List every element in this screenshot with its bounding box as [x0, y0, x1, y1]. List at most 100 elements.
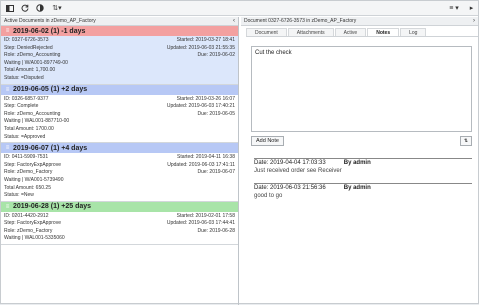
document-card[interactable]: ID: 0201-4420-2912 Started: 2019-02-01 17… [1, 212, 238, 246]
card-field-started: Started: 2019-04-11 16:38 [176, 154, 235, 161]
card-field-updated: Updated: 2019-06-03 21:55:35 [166, 44, 235, 51]
card-row: ID: 0326-6857-9377 Started: 2019-03-26 16… [4, 96, 235, 104]
card-field-total: Total Amount: 650.25 [4, 184, 51, 191]
tab-log[interactable]: Log [400, 28, 427, 36]
card-row: Status: =Approved [4, 134, 235, 142]
group-toggle-icon[interactable]: ≡ [4, 203, 11, 210]
tab-document[interactable]: Document [246, 28, 287, 36]
card-field-waiting: Waiting | WAL001-887710-00 [4, 118, 70, 125]
card-row: Total Amount: 650.25 [4, 185, 235, 193]
card-field-step: Step: Complete [4, 103, 39, 110]
card-row: Total Amount: 1,700.00 [4, 67, 235, 75]
groups-container: ≡ 2019-06-02 (1) -1 days ID: 0327-6726-357… [1, 26, 238, 246]
menu-icon: ≡ ▾ [449, 5, 459, 12]
card-field-total: Total Amount: 1700.00 [4, 125, 54, 132]
card-field-waiting: Waiting | W/A001-5739490 [4, 176, 64, 183]
card-row: Role: zDemo_Accounting Due: 2019-06-02 [4, 52, 235, 60]
group-label: 2019-06-02 (1) -1 days [13, 27, 86, 35]
card-field-status: Status: =Disputed [4, 74, 44, 81]
document-card[interactable]: ID: 0411-5909-7531 Started: 2019-04-11 16… [1, 153, 238, 202]
tab-notes[interactable]: Notes [367, 28, 400, 36]
card-field-status: Status: =Approved [4, 133, 46, 140]
card-field-due: Due: 2019-06-28 [197, 227, 235, 234]
note-header: Date: 2019-06-03 21:56:36 By admin [254, 183, 472, 191]
card-row: Role: zDemo_Accounting Due: 2019-06-05 [4, 111, 235, 119]
card-row: Total Amount: 1700.00 [4, 126, 235, 134]
card-field-status: Status: =New [4, 192, 34, 199]
card-row: Step: Complete Updated: 2019-06-03 17:40:… [4, 103, 235, 111]
card-row: Status: =New [4, 192, 235, 200]
card-field-role: Role: zDemo_Accounting [4, 110, 61, 117]
note-date: Date: 2019-06-03 21:56:36 [254, 185, 326, 191]
group-label: 2019-06-05 (1) +2 days [13, 86, 88, 94]
card-row: ID: 0327-6726-3573 Started: 2019-03-27 18… [4, 37, 235, 45]
group-label: 2019-06-28 (1) +25 days [13, 203, 92, 211]
note-header: Date: 2019-04-04 17:03:33 By admin [254, 158, 472, 166]
card-field-id: ID: 0201-4420-2912 [4, 212, 49, 219]
card-field-role: Role: zDemo_Factory [4, 169, 53, 176]
toolbar: ⇅ ▾ ≡ ▾ ▸ [1, 1, 478, 16]
group-toggle-icon[interactable]: ≡ [4, 28, 11, 35]
card-field-step: Step: FactoryExpApprove [4, 220, 61, 227]
card-field-due: Due: 2019-06-02 [197, 52, 235, 59]
note-entry: Date: 2019-06-03 21:56:36 By admin good … [254, 183, 472, 199]
card-field-started: Started: 2019-03-26 16:07 [176, 95, 235, 102]
document-card[interactable]: ID: 0326-6857-9377 Started: 2019-03-26 16… [1, 95, 238, 144]
card-field-due: Due: 2019-06-07 [197, 169, 235, 176]
note-author: By admin [343, 185, 371, 191]
group-header[interactable]: ≡ 2019-06-05 (1) +2 days [1, 84, 238, 95]
card-row: Role: zDemo_Factory Due: 2019-06-07 [4, 169, 235, 177]
group-toggle-icon[interactable]: ≡ [4, 86, 11, 93]
sort-button[interactable]: ⇅ ▾ [48, 3, 66, 14]
toggle-icon[interactable] [33, 3, 46, 14]
card-row: Waiting | W/A001-5739490 [4, 177, 235, 185]
card-row: Role: zDemo_Factory Due: 2019-06-28 [4, 228, 235, 236]
card-field-updated: Updated: 2019-06-03 17:40:21 [166, 103, 235, 110]
card-row: Waiting | WAL001-887710-00 [4, 118, 235, 126]
group-header[interactable]: ≡ 2019-06-02 (1) -1 days [1, 26, 238, 36]
card-field-role: Role: zDemo_Accounting [4, 52, 61, 59]
card-field-started: Started: 2019-03-27 18:41 [176, 37, 235, 43]
tab-attachments[interactable]: Attachments [287, 28, 334, 36]
group-header[interactable]: ≡ 2019-06-28 (1) +25 days [1, 201, 238, 212]
documents-list-title: Active Documents in zDemo_AP_Factory [4, 18, 96, 24]
card-field-total: Total Amount: 1,700.00 [4, 67, 56, 74]
note-button-row: Add Note ⇅ [251, 136, 472, 146]
card-field-id: ID: 0326-6857-9377 [4, 95, 49, 102]
card-field-updated: Updated: 2019-06-03 17:41:11 [167, 161, 235, 168]
layout-icon[interactable] [3, 3, 16, 14]
collapse-left-icon[interactable]: ‹ [233, 18, 235, 24]
card-field-role: Role: zDemo_Factory [4, 227, 53, 234]
sort-notes-icon[interactable]: ⇅ [460, 136, 472, 146]
card-field-step: Step: DeniedRejected [4, 44, 53, 51]
refresh-icon[interactable] [18, 3, 31, 14]
note-text: Just received order see Receiver [254, 168, 342, 174]
card-field-waiting: Waiting | W/A001-897749-00 [4, 59, 68, 66]
card-row: ID: 0411-5909-7531 Started: 2019-04-11 16… [4, 154, 235, 162]
expand-right-icon[interactable]: › [473, 18, 475, 24]
card-field-waiting: Waiting | WAL001-5335060 [4, 235, 65, 242]
note-textarea[interactable]: Cut the check [251, 46, 472, 132]
group-header[interactable]: ≡ 2019-06-07 (1) +4 days [1, 143, 238, 154]
documents-list-header: Active Documents in zDemo_AP_Factory ‹ [1, 17, 238, 26]
card-row: ID: 0201-4420-2912 Started: 2019-02-01 17… [4, 213, 235, 221]
document-card[interactable]: ID: 0327-6726-3573 Started: 2019-03-27 18… [1, 36, 238, 85]
card-field-id: ID: 0411-5909-7531 [4, 154, 49, 161]
card-row: Waiting | WAL001-5335060 [4, 235, 235, 243]
card-row: Waiting | W/A001-897749-00 [4, 60, 235, 68]
card-row: Status: =Disputed [4, 75, 235, 83]
card-field-id: ID: 0327-6726-3573 [4, 37, 49, 43]
expand-icon[interactable]: ▸ [465, 3, 478, 14]
card-row: Step: FactoryExpApprove Updated: 2019-06-… [4, 220, 235, 228]
card-field-due: Due: 2019-06-05 [197, 110, 235, 117]
note-entry: Date: 2019-04-04 17:03:33 By admin Just … [254, 158, 472, 174]
note-date: Date: 2019-04-04 17:03:33 [254, 160, 326, 166]
menu-button[interactable]: ≡ ▾ [445, 3, 463, 14]
group-label: 2019-06-07 (1) +4 days [13, 144, 88, 152]
group-toggle-icon[interactable]: ≡ [4, 145, 11, 152]
tab-active[interactable]: Active [334, 28, 367, 36]
document-detail-header: Document 0327-6726-3573 in zDemo_AP_Fact… [241, 17, 478, 26]
documents-list-pane: Active Documents in zDemo_AP_Factory ‹ ≡… [1, 17, 239, 305]
card-row: Step: DeniedRejected Updated: 2019-06-03 … [4, 45, 235, 53]
add-note-button[interactable]: Add Note [251, 136, 284, 146]
